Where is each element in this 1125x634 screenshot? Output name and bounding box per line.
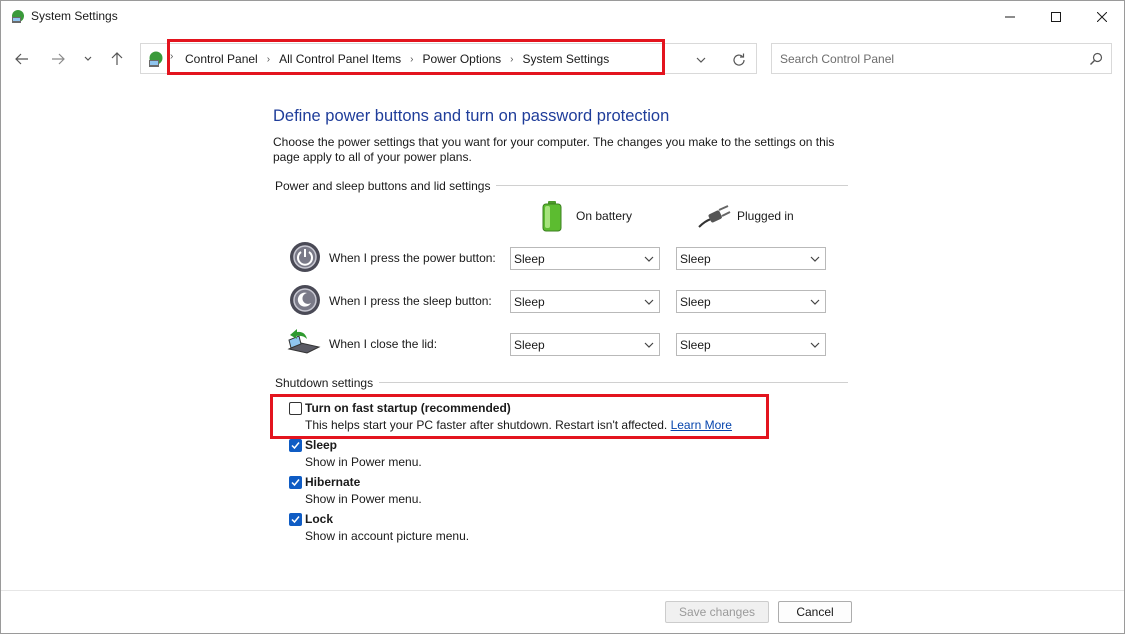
fast-startup-desc-text: This helps start your PC faster after sh…	[305, 418, 668, 432]
fast-startup-description: This helps start your PC faster after sh…	[305, 418, 732, 432]
recent-locations-button[interactable]	[77, 47, 99, 71]
shutdown-group-label: Shutdown settings	[275, 376, 380, 390]
search-input[interactable]	[772, 44, 1080, 73]
select-value: Sleep	[514, 338, 545, 352]
power-button-label: When I press the power button:	[329, 251, 496, 265]
address-history-dropdown[interactable]	[691, 52, 711, 68]
breadcrumb-item-system-settings[interactable]: System Settings	[523, 52, 610, 66]
cancel-button[interactable]: Cancel	[778, 601, 852, 623]
lock-option-label[interactable]: Lock	[305, 512, 333, 526]
minimize-icon	[1005, 16, 1015, 18]
page-description: Choose the power settings that you want …	[273, 135, 835, 164]
page-title: Define power buttons and turn on passwor…	[273, 107, 670, 125]
select-value: Sleep	[680, 295, 711, 309]
power-plug-icon	[697, 205, 731, 229]
sleep-button-plugged-select[interactable]: Sleep	[676, 290, 826, 313]
window-title: System Settings	[31, 9, 118, 23]
back-button[interactable]	[10, 47, 34, 71]
close-lid-battery-select[interactable]: Sleep	[510, 333, 660, 356]
arrow-right-icon	[52, 53, 65, 65]
power-button-plugged-select[interactable]: Sleep	[676, 247, 826, 270]
close-lid-label: When I close the lid:	[329, 337, 438, 351]
window: System Settings › Control Panel › All Co…	[0, 0, 1125, 634]
search-box[interactable]	[771, 43, 1112, 74]
column-on-battery: On battery	[576, 209, 633, 223]
breadcrumb-item-power-options[interactable]: Power Options	[422, 52, 501, 66]
lock-option-description: Show in account picture menu.	[305, 529, 470, 543]
chevron-down-icon	[644, 299, 654, 305]
arrow-left-icon	[15, 53, 28, 65]
close-window-button[interactable]	[1079, 1, 1125, 33]
learn-more-link[interactable]: Learn More	[671, 418, 732, 432]
control-panel-icon	[10, 8, 26, 24]
fast-startup-label[interactable]: Turn on fast startup (recommended)	[305, 401, 511, 415]
power-button-icon	[289, 241, 321, 273]
breadcrumb-item-control-panel[interactable]: Control Panel	[185, 52, 258, 66]
sleep-checkbox[interactable]	[289, 439, 302, 452]
maximize-icon	[1051, 12, 1061, 22]
sleep-button-label: When I press the sleep button:	[329, 294, 492, 308]
search-icon[interactable]	[1089, 52, 1103, 66]
hibernate-option-label[interactable]: Hibernate	[305, 475, 360, 489]
checkmark-icon	[291, 442, 300, 450]
select-value: Sleep	[514, 252, 545, 266]
laptop-lid-icon	[287, 327, 321, 359]
chevron-down-icon	[696, 57, 706, 63]
address-bar[interactable]: › Control Panel › All Control Panel Item…	[140, 43, 757, 74]
refresh-icon	[733, 53, 745, 66]
breadcrumb: Control Panel › All Control Panel Items …	[185, 52, 609, 66]
maximize-button[interactable]	[1033, 1, 1079, 33]
select-value: Sleep	[680, 252, 711, 266]
title-bar: System Settings	[1, 1, 1124, 33]
refresh-button[interactable]	[728, 49, 750, 71]
minimize-button[interactable]	[987, 1, 1033, 33]
hibernate-option-description: Show in Power menu.	[305, 492, 422, 506]
up-button[interactable]	[105, 47, 129, 71]
sleep-button-battery-select[interactable]: Sleep	[510, 290, 660, 313]
chevron-down-icon	[84, 56, 92, 61]
chevron-right-icon: ›	[170, 51, 174, 62]
chevron-right-icon[interactable]: ›	[267, 54, 270, 65]
close-icon	[1097, 12, 1107, 22]
checkmark-icon	[291, 479, 300, 487]
chevron-right-icon[interactable]: ›	[410, 54, 413, 65]
hibernate-checkbox[interactable]	[289, 476, 302, 489]
control-panel-icon	[147, 50, 165, 68]
battery-icon	[541, 200, 563, 232]
column-plugged-in: Plugged in	[737, 209, 794, 223]
chevron-down-icon	[810, 299, 820, 305]
forward-button[interactable]	[46, 47, 70, 71]
checkmark-icon	[291, 516, 300, 524]
select-value: Sleep	[680, 338, 711, 352]
sleep-option-description: Show in Power menu.	[305, 455, 422, 469]
sleep-button-icon	[289, 284, 321, 316]
chevron-down-icon	[644, 256, 654, 262]
footer-divider	[1, 590, 1124, 591]
chevron-right-icon[interactable]: ›	[510, 54, 513, 65]
lock-checkbox[interactable]	[289, 513, 302, 526]
power-buttons-group-label: Power and sleep buttons and lid settings	[275, 179, 497, 193]
chevron-down-icon	[810, 342, 820, 348]
save-changes-button[interactable]: Save changes	[665, 601, 769, 623]
chevron-down-icon	[644, 342, 654, 348]
power-button-battery-select[interactable]: Sleep	[510, 247, 660, 270]
select-value: Sleep	[514, 295, 545, 309]
chevron-down-icon	[810, 256, 820, 262]
arrow-up-icon	[111, 52, 123, 65]
sleep-option-label[interactable]: Sleep	[305, 438, 337, 452]
breadcrumb-item-all-items[interactable]: All Control Panel Items	[279, 52, 401, 66]
close-lid-plugged-select[interactable]: Sleep	[676, 333, 826, 356]
fast-startup-checkbox[interactable]	[289, 402, 302, 415]
